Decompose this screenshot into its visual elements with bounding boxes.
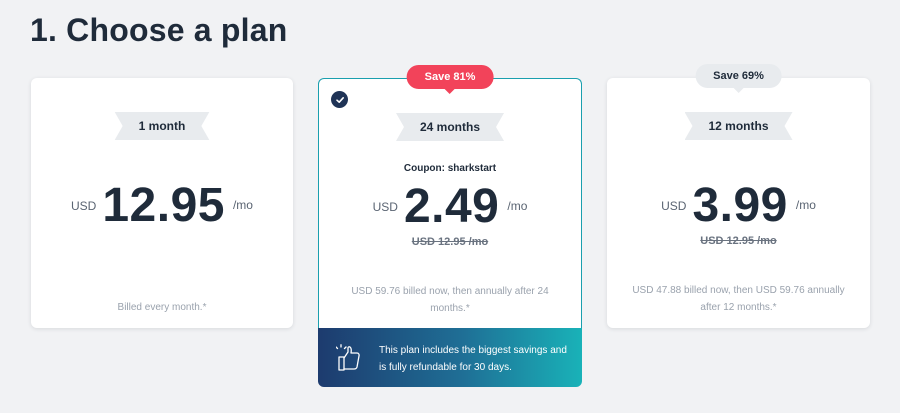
billing-note: Billed every month.* <box>117 302 207 313</box>
savings-badge: Save 81% <box>406 65 494 94</box>
plan-card-1-month[interactable]: 1 month USD 12.95 /mo Billed every month… <box>31 78 293 328</box>
price-currency: USD <box>372 199 398 214</box>
price-period: /mo <box>507 198 528 213</box>
price-amount: 3.99 <box>692 179 788 232</box>
plan-price: USD 12.95 /mo <box>31 178 293 233</box>
original-price: USD 12.95 /mo <box>700 235 777 247</box>
plan-card-24-months[interactable]: Save 81% 24 months Coupon: sharkstart US… <box>318 65 582 329</box>
plan-price: USD 2.49 /mo <box>319 179 581 234</box>
promo-banner: This plan includes the biggest savings a… <box>318 328 582 387</box>
original-price: USD 12.95 /mo <box>411 236 489 248</box>
price-amount: 2.49 <box>403 180 500 233</box>
billing-note: USD 47.88 billed now, then USD 59.76 ann… <box>632 285 845 313</box>
plan-duration-label: 1 month <box>115 112 210 140</box>
price-period: /mo <box>795 197 816 212</box>
price-period: /mo <box>232 197 253 212</box>
price-currency: USD <box>71 198 97 213</box>
page-title: 1. Choose a plan <box>30 12 288 48</box>
coupon-label: Coupon: sharkstart <box>403 163 497 174</box>
plan-price: USD 3.99 /mo <box>607 178 870 233</box>
price-amount: 12.95 <box>102 179 225 232</box>
savings-badge: Save 69% <box>695 64 782 93</box>
billing-note: USD 59.76 billed now, then annually afte… <box>351 286 549 314</box>
promo-text: This plan includes the biggest savings a… <box>379 345 567 373</box>
plan-card-12-months[interactable]: Save 69% 12 months USD 3.99 /mo USD 12.9… <box>607 64 870 328</box>
selected-check-icon <box>331 91 348 108</box>
plan-duration-label: 24 months <box>396 113 504 141</box>
thumbs-up-icon <box>335 344 362 377</box>
plan-duration-label: 12 months <box>684 112 792 140</box>
price-currency: USD <box>661 198 687 213</box>
